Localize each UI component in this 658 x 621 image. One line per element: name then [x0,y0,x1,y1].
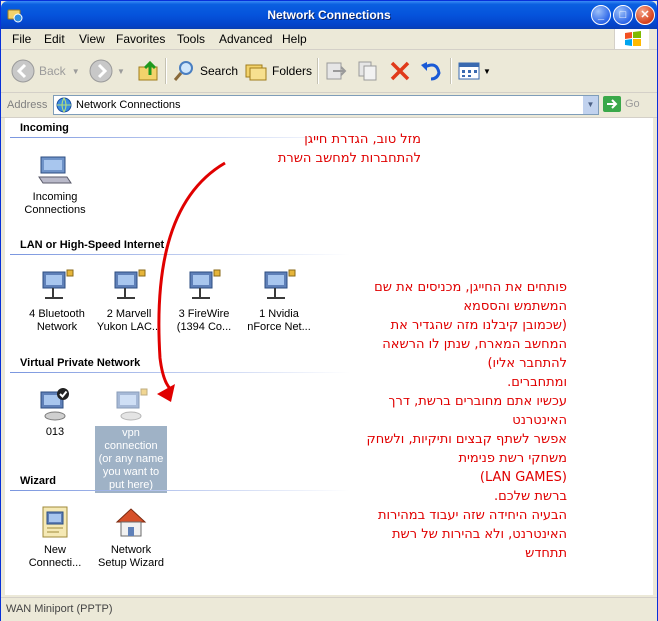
group-divider [10,490,350,491]
network-adapter-icon [42,269,74,299]
forward-button[interactable]: ▼ [89,56,125,86]
item-label: vpn connection (or any name you want to … [95,426,167,493]
views-icon [458,62,480,80]
go-arrow-icon [603,96,621,112]
vpn-item-013[interactable]: 013 [19,386,91,439]
new-connection-wizard-icon [42,506,68,538]
up-folder-button[interactable] [137,56,161,86]
menu-bar: File Edit View Favorites Tools Advanced … [1,29,657,50]
annotation-line: עכשיו אתם מחוברים ברשת, דרך [388,394,567,409]
lan-item-bluetooth[interactable]: 4 Bluetooth Network [21,268,93,334]
vpn-connection-icon [116,388,148,421]
back-label: Back [39,64,66,78]
menu-file[interactable]: File [12,32,31,46]
search-icon [173,61,193,81]
annotation-line: האינטרנט, ולא בהירות של רשת [391,527,567,542]
delete-button[interactable] [388,56,412,86]
annotation-line: המשתמש והססמא [463,299,567,314]
back-arrow-icon [11,59,35,83]
menu-favorites[interactable]: Favorites [116,32,165,46]
annotation-line: (LAN GAMES) [479,470,567,485]
vpn-connection-icon [40,388,69,421]
group-header-wizard: Wizard [20,475,56,487]
window: Network Connections _ □ ✕ File Edit View… [0,0,658,621]
group-header-vpn: Virtual Private Network [20,357,141,369]
network-connections-icon [56,97,72,113]
search-label: Search [200,64,239,78]
toolbar-separator [450,58,452,84]
annotation-main: פותחים את החייגן, מכניסים את שם המשתמש וה… [305,278,567,563]
annotation-line: האינטרנט [512,413,567,428]
maximize-button[interactable]: □ [613,5,633,25]
item-label: Network Setup Wizard [97,544,165,569]
delete-x-icon [390,61,410,81]
address-bar: Address Network Connections ▼ Go [1,93,657,118]
go-label: Go [625,98,640,110]
annotation-line: (שכמובן קיבלנו מזה שהגדיר את [390,318,567,333]
views-dropdown-icon[interactable]: ▼ [483,67,491,76]
address-label: Address [7,99,48,111]
network-setup-wizard-icon [115,508,147,537]
incoming-connection-icon [38,156,72,184]
windows-logo [614,29,649,49]
status-text: WAN Miniport (PPTP) [6,603,113,615]
annotation-line: המחשב המארח, שנתן לו הרשאה [382,337,567,352]
toolbar: Back ▼ ▼ Search Folders ▼ [1,50,657,93]
item-label: New Connecti... [28,544,82,569]
annotation-line: הבעיה היחידה שזה יעבוד במהירות [377,508,567,523]
annotation-line: משחקי רשת פנימית [458,451,567,466]
go-button[interactable]: Go [603,96,640,112]
annotation-line: מזל טוב, הגדרת חייגן [304,132,421,147]
group-header-lan: LAN or High-Speed Internet [20,239,165,251]
menu-view[interactable]: View [79,32,105,46]
address-dropdown-icon[interactable]: ▼ [583,96,598,114]
item-label: 4 Bluetooth Network [29,308,85,333]
folders-icon [245,64,267,81]
wizard-item-new-connection[interactable]: New Connecti... [19,504,91,570]
move-to-icon [326,62,347,80]
toolbar-separator [165,58,167,84]
annotation-line: פותחים את החייגן, מכניסים את שם [374,280,567,295]
undo-button[interactable] [419,56,443,86]
copy-to-icon [358,61,377,81]
undo-icon [421,62,441,81]
back-dropdown-icon[interactable]: ▼ [72,67,80,76]
item-label: 013 [45,426,65,438]
annotation-line: ברשת שלכם. [494,489,567,504]
close-button[interactable]: ✕ [635,5,655,25]
menu-tools[interactable]: Tools [177,32,205,46]
wizard-item-network-setup[interactable]: Network Setup Wizard [95,504,167,570]
windows-flag-icon [625,31,641,46]
annotation-line: להתחבר אליו) [487,356,567,371]
annotation-line: ומתחברים. [507,375,567,390]
incoming-connections-item[interactable]: Incoming Connections [19,151,91,217]
address-value: Network Connections [76,99,181,111]
menu-edit[interactable]: Edit [44,32,65,46]
content-pane: Incoming Incoming Connections LAN or Hig… [5,118,653,595]
menu-advanced[interactable]: Advanced [219,32,272,46]
group-header-incoming: Incoming [20,122,69,134]
folders-button[interactable]: Folders [244,56,312,86]
network-adapter-icon [114,269,146,299]
back-button[interactable]: Back ▼ [11,56,80,86]
views-button[interactable]: ▼ [457,56,491,86]
window-title: Network Connections [267,8,391,22]
forward-dropdown-icon[interactable]: ▼ [117,67,125,76]
menu-help[interactable]: Help [282,32,307,46]
toolbar-separator [317,58,319,84]
item-label: Incoming Connections [24,191,86,216]
minimize-button[interactable]: _ [591,5,611,25]
up-folder-icon [138,60,158,81]
forward-arrow-icon [89,59,113,83]
annotation-line: אפשר לשתף קבצים ותיקיות, ולשחק [366,432,567,447]
status-bar: WAN Miniport (PPTP) [1,597,657,621]
search-button[interactable]: Search [172,56,238,86]
move-to-button[interactable] [323,56,347,86]
annotation-line: תתחדש [525,546,567,561]
title-bar[interactable]: Network Connections _ □ ✕ [1,1,657,29]
copy-to-button[interactable] [356,56,380,86]
folders-label: Folders [272,64,313,78]
address-field[interactable]: Network Connections ▼ [53,95,599,115]
annotation-arrow [157,161,226,402]
